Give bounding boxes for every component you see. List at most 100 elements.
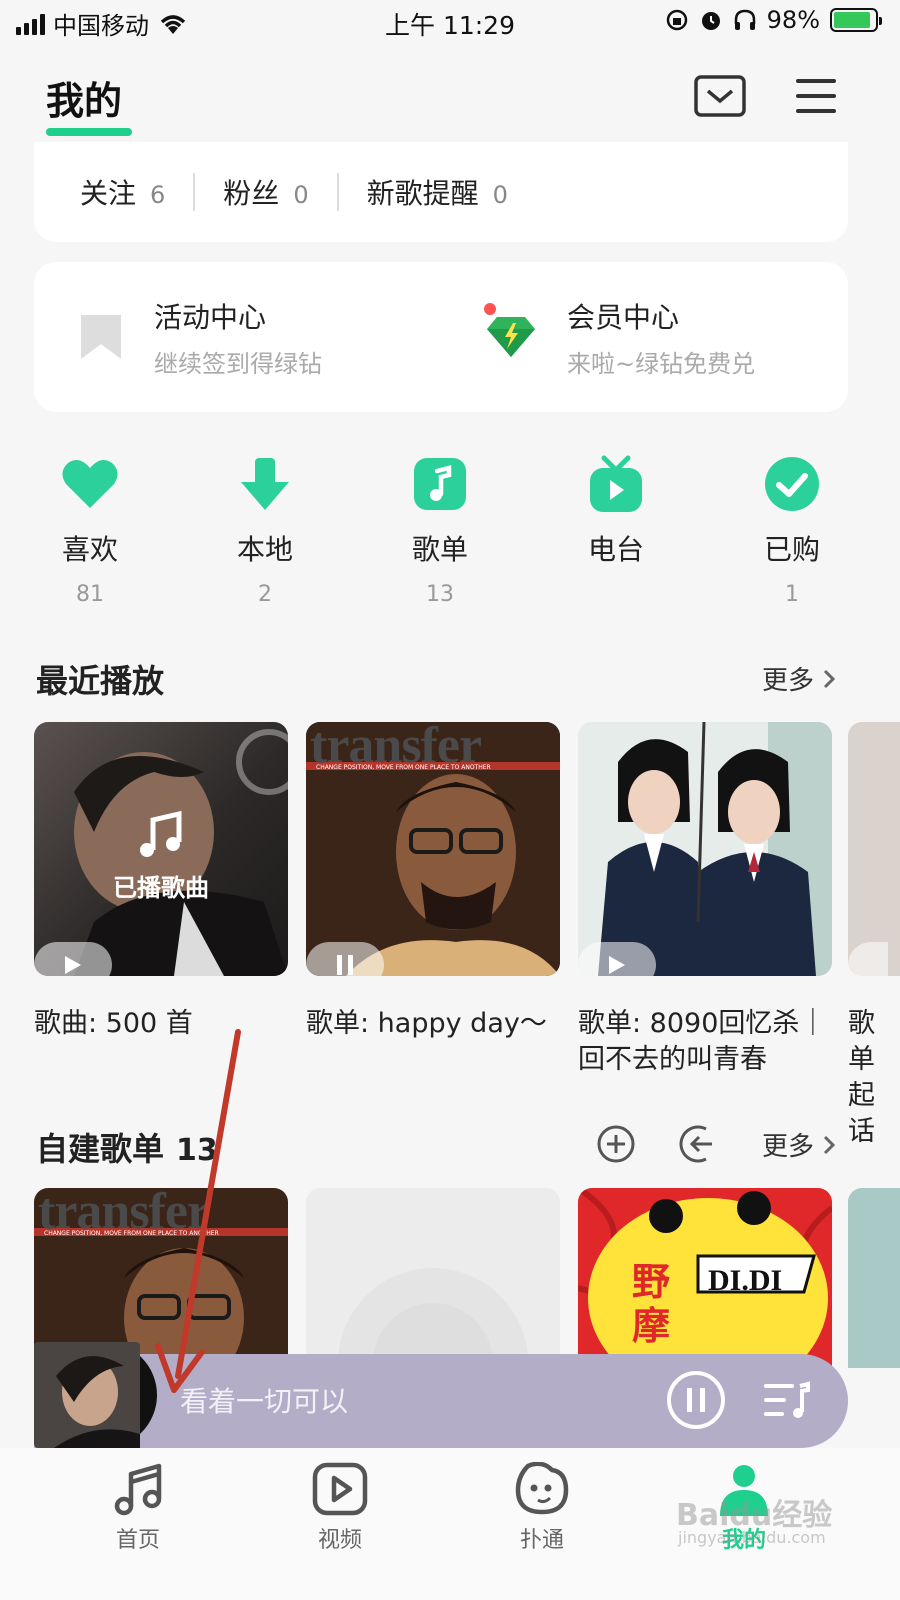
bookmark-icon <box>81 315 121 359</box>
alarm-icon <box>701 12 720 30</box>
tab-label: 视频 <box>317 1528 362 1553</box>
carrier-label: 中国移动 <box>53 12 149 40</box>
player-queue-button[interactable] <box>762 1380 812 1422</box>
recent-more-button[interactable]: 更多 <box>762 660 836 697</box>
wifi-icon <box>160 14 186 34</box>
new-song-alert-count: 0 <box>492 181 508 209</box>
tab-home[interactable]: 首页 <box>78 1462 198 1554</box>
music-note-icon <box>140 810 182 857</box>
placeholder-disc-icon <box>338 1268 528 1368</box>
video-play-icon <box>312 1462 368 1516</box>
inbox-button[interactable] <box>694 74 746 118</box>
quick-label: 本地 <box>236 533 293 566</box>
tab-label: 扑通 <box>519 1528 564 1553</box>
tab-video[interactable]: 视频 <box>280 1462 400 1554</box>
page-title: 我的 <box>46 79 123 123</box>
player-pause-button[interactable] <box>666 1370 726 1430</box>
activity-center-title: 活动中心 <box>154 300 267 334</box>
played-songs-label: 已播歌曲 <box>113 874 209 902</box>
playlist-queue-icon <box>764 1381 810 1418</box>
album-art <box>34 1342 157 1448</box>
quick-playlist[interactable]: 歌单 13 <box>380 452 500 608</box>
title-underline <box>46 128 132 136</box>
follow-stat[interactable]: 关注 6 <box>80 172 165 212</box>
player-cover[interactable] <box>34 1342 158 1448</box>
pause-button[interactable] <box>306 942 384 976</box>
vip-center[interactable]: 会员中心 来啦~绿钻免费兑 <box>441 296 848 379</box>
quick-radio[interactable]: 电台 <box>556 452 676 608</box>
recent-card[interactable]: 已播歌曲 <box>34 722 288 976</box>
divider <box>336 173 339 211</box>
fans-stat[interactable]: 粉丝 0 <box>223 172 308 212</box>
menu-button[interactable] <box>790 74 842 118</box>
more-label: 更多 <box>762 1132 815 1162</box>
recent-card[interactable]: transfer CHANGE POSITION, MOVE FROM ONE … <box>306 722 560 976</box>
check-icon <box>765 457 819 511</box>
pause-icon <box>667 1371 725 1429</box>
cover-title: 野摩 <box>632 1260 671 1348</box>
follow-count: 6 <box>150 181 166 209</box>
mail-icon <box>694 75 746 117</box>
recent-caption: 歌单: 8090回忆杀｜回不去的叫青春 <box>578 1008 827 1075</box>
follow-label: 关注 <box>80 177 137 210</box>
play-icon <box>609 956 625 974</box>
center-card: 活动中心 继续签到得绿钻 会员中心 来啦~绿钻免费兑 <box>34 262 848 412</box>
play-icon <box>65 956 81 974</box>
add-icon <box>597 1125 635 1163</box>
recent-caption: 歌单起话 <box>848 1008 875 1147</box>
playlist-card[interactable] <box>306 1188 560 1368</box>
quick-local[interactable]: 本地 2 <box>205 452 325 608</box>
chat-face-icon <box>515 1462 569 1515</box>
heart-icon <box>62 459 118 508</box>
new-song-alert-label: 新歌提醒 <box>366 177 479 210</box>
battery-percent: 98% <box>766 6 820 34</box>
play-button[interactable] <box>34 942 112 976</box>
tab-putong[interactable]: 扑通 <box>482 1462 602 1554</box>
more-label: 更多 <box>762 666 815 696</box>
quick-like[interactable]: 喜欢 81 <box>30 452 150 608</box>
recent-card[interactable] <box>848 722 900 976</box>
annotation-arrow <box>155 1029 241 1393</box>
quick-count: 13 <box>426 582 454 607</box>
follow-card: 关注 6 粉丝 0 新歌提醒 0 <box>34 142 848 242</box>
signal-icon <box>16 13 45 35</box>
playlist-card[interactable] <box>848 1188 900 1368</box>
tab-label: 首页 <box>115 1528 160 1553</box>
status-left: 中国移动 <box>16 6 189 41</box>
diamond-icon <box>487 317 535 357</box>
divider <box>193 173 196 211</box>
quick-count: 2 <box>258 582 272 607</box>
status-right: 98% <box>665 6 882 34</box>
quick-label: 歌单 <box>411 533 468 566</box>
radio-icon <box>590 455 642 512</box>
add-playlist-button[interactable] <box>596 1124 636 1164</box>
recent-card[interactable] <box>578 722 832 976</box>
playlist-card[interactable]: 野摩 DI.DI <box>578 1188 832 1368</box>
battery-icon <box>830 8 882 32</box>
vip-center-title: 会员中心 <box>567 300 680 334</box>
import-playlist-button[interactable] <box>678 1124 718 1164</box>
chevron-right-icon <box>823 669 836 688</box>
play-button[interactable] <box>848 942 888 976</box>
activity-center[interactable]: 活动中心 继续签到得绿钻 <box>34 296 441 379</box>
fans-count: 0 <box>293 181 309 209</box>
status-bar: 中国移动 上午 11:29 98% <box>0 0 900 46</box>
quick-label: 喜欢 <box>61 533 118 566</box>
quick-purchased[interactable]: 已购 1 <box>732 452 852 608</box>
notification-dot <box>484 303 496 315</box>
headphones-icon <box>734 9 755 30</box>
quick-count: 1 <box>785 582 799 607</box>
self-playlists-more-button[interactable]: 更多 <box>762 1126 836 1163</box>
menu-icon <box>796 79 836 113</box>
new-song-alert-stat[interactable]: 新歌提醒 0 <box>367 172 508 212</box>
download-icon <box>241 458 289 510</box>
play-button[interactable] <box>578 942 656 976</box>
watermark-url: jingyan.baidu.com <box>678 1528 826 1547</box>
pause-icon <box>337 955 353 975</box>
recent-title: 最近播放 <box>36 662 165 700</box>
playlist-icon <box>414 458 466 510</box>
quick-label: 电台 <box>587 533 644 566</box>
quick-label: 已购 <box>763 533 820 566</box>
cover-badge: DI.DI <box>708 1264 783 1297</box>
cover-subtitle: CHANGE POSITION, MOVE FROM ONE PLACE TO … <box>316 764 491 771</box>
